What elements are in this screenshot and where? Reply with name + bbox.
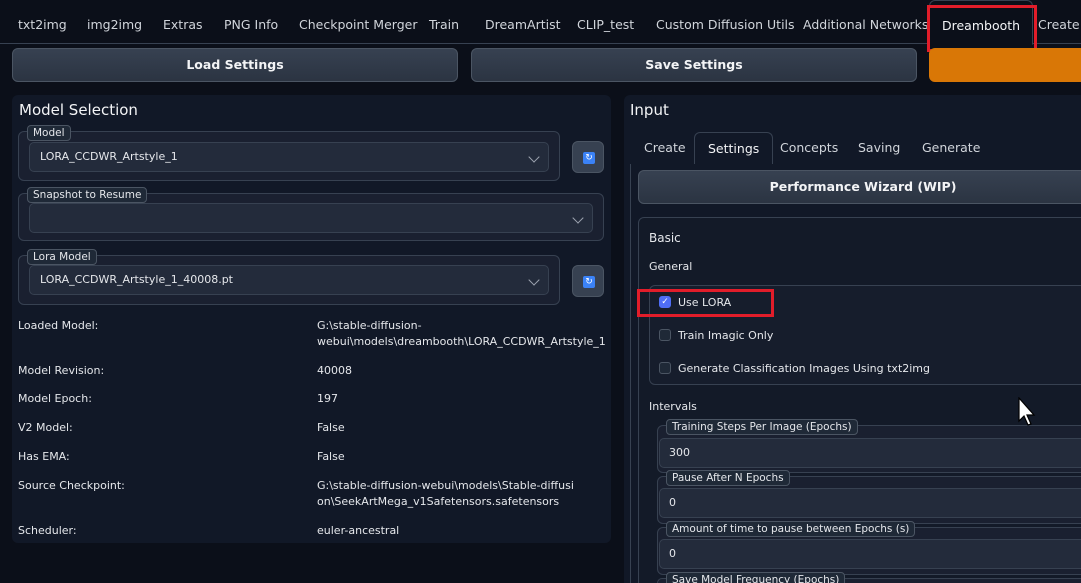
info-key-model-revision: Model Revision: — [18, 364, 105, 377]
pause-time-input[interactable]: 0 — [659, 539, 1081, 569]
info-value-loaded-model: G:\stable-diffusion-webui\models\dreambo… — [317, 319, 606, 348]
generate-class-images-checkbox[interactable] — [659, 362, 671, 374]
use-lora-checkbox[interactable]: ✓ — [659, 296, 671, 308]
load-settings-button[interactable]: Load Settings — [12, 48, 458, 82]
train-imagic-label: Train Imagic Only — [678, 329, 774, 342]
chevron-down-icon — [572, 212, 584, 224]
tab-txt2img[interactable]: txt2img — [18, 17, 67, 32]
tab-additional-networks[interactable]: Additional Networks — [803, 17, 928, 32]
tab-create-a[interactable]: Create a — [1038, 17, 1081, 32]
pause-epochs-input[interactable]: 0 — [659, 488, 1081, 518]
tab-img2img[interactable]: img2img — [87, 17, 142, 32]
save-settings-button[interactable]: Save Settings — [471, 48, 917, 82]
general-title: General — [649, 260, 693, 273]
performance-wizard-button[interactable]: Performance Wizard (WIP) — [638, 170, 1081, 204]
subtab-concepts[interactable]: Concepts — [780, 140, 838, 155]
train-imagic-checkbox[interactable] — [659, 329, 671, 341]
tab-custom-diffusion-utils[interactable]: Custom Diffusion Utils — [656, 17, 795, 32]
pause-epochs-label: Pause After N Epochs — [666, 470, 790, 486]
tab-checkpoint-merger[interactable]: Checkpoint Merger — [299, 17, 417, 32]
info-key-model-epoch: Model Epoch: — [18, 392, 92, 405]
model-select[interactable]: LORA_CCDWR_Artstyle_1 — [29, 142, 549, 172]
save-model-frequency-field: Save Model Frequency (Epochs) — [657, 572, 1081, 583]
refresh-lora-button[interactable]: ↻ — [572, 265, 604, 297]
train-button[interactable] — [929, 48, 1081, 82]
snapshot-field-label: Snapshot to Resume — [27, 187, 148, 203]
info-value-source-checkpoint: G:\stable-diffusion-webui\models\Stable-… — [317, 479, 574, 508]
input-title: Input — [630, 101, 669, 119]
chevron-down-icon — [528, 274, 540, 286]
training-steps-input[interactable]: 300 — [659, 438, 1081, 468]
lora-model-field-label: Lora Model — [27, 249, 97, 265]
tab-train[interactable]: Train — [429, 17, 459, 32]
subtab-settings[interactable]: Settings — [694, 132, 774, 164]
info-key-source-checkpoint: Source Checkpoint: — [18, 479, 125, 492]
tab-clip-test[interactable]: CLIP_test — [577, 17, 634, 32]
lora-model-select[interactable]: LORA_CCDWR_Artstyle_1_40008.pt — [29, 265, 549, 295]
info-key-has-ema: Has EMA: — [18, 450, 70, 463]
subtab-create[interactable]: Create — [644, 140, 686, 155]
chevron-down-icon — [528, 151, 540, 163]
pause-time-label: Amount of time to pause between Epochs (… — [666, 521, 916, 537]
model-field-label: Model — [27, 125, 71, 141]
info-key-loaded-model: Loaded Model: — [18, 319, 99, 332]
main-tab-bar: txt2img img2img Extras PNG Info Checkpoi… — [0, 0, 1081, 45]
save-model-frequency-label: Save Model Frequency (Epochs) — [666, 572, 846, 583]
snapshot-field: Snapshot to Resume — [18, 187, 604, 241]
refresh-model-button[interactable]: ↻ — [572, 141, 604, 173]
info-key-scheduler: Scheduler: — [18, 524, 77, 537]
tab-dreambooth[interactable]: Dreambooth — [929, 0, 1034, 45]
mouse-cursor-icon — [1018, 397, 1036, 426]
model-select-value: LORA_CCDWR_Artstyle_1 — [40, 150, 178, 163]
info-value-has-ema: False — [317, 450, 345, 463]
info-value-v2-model: False — [317, 421, 345, 434]
basic-title: Basic — [649, 231, 681, 245]
use-lora-label: Use LORA — [678, 296, 732, 309]
info-key-v2-model: V2 Model: — [18, 421, 73, 434]
training-steps-label: Training Steps Per Image (Epochs) — [666, 419, 858, 435]
generate-class-images-label: Generate Classification Images Using txt… — [678, 362, 931, 375]
model-selection-title: Model Selection — [19, 101, 138, 119]
info-value-scheduler: euler-ancestral — [317, 524, 400, 537]
model-field: Model LORA_CCDWR_Artstyle_1 — [18, 125, 560, 181]
snapshot-select[interactable] — [29, 203, 593, 233]
refresh-icon: ↻ — [583, 276, 595, 288]
tab-extras[interactable]: Extras — [163, 17, 203, 32]
tab-png-info[interactable]: PNG Info — [224, 17, 278, 32]
intervals-title: Intervals — [649, 400, 697, 413]
refresh-icon: ↻ — [583, 152, 595, 164]
lora-model-field: Lora Model LORA_CCDWR_Artstyle_1_40008.p… — [18, 249, 560, 305]
subtab-saving[interactable]: Saving — [858, 140, 900, 155]
lora-model-select-value: LORA_CCDWR_Artstyle_1_40008.pt — [40, 273, 233, 286]
subtab-generate[interactable]: Generate — [922, 140, 980, 155]
info-value-model-revision: 40008 — [317, 364, 352, 377]
info-value-model-epoch: 197 — [317, 392, 338, 405]
tab-dreamartist[interactable]: DreamArtist — [485, 17, 561, 32]
